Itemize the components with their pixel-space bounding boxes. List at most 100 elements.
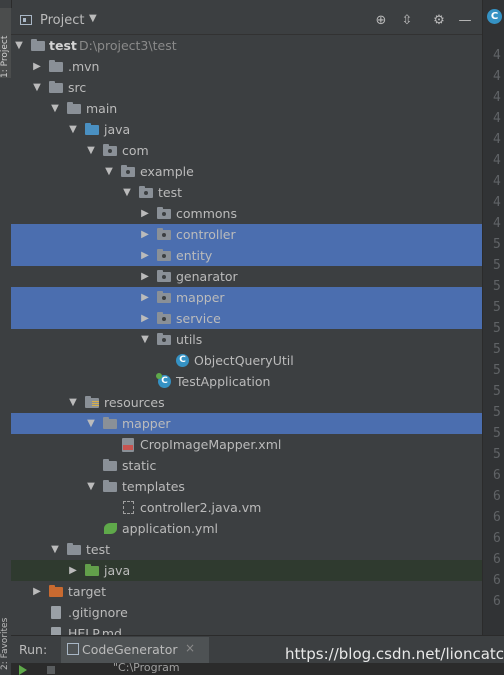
line-number: 4	[493, 195, 501, 210]
collapsed-arrow-icon[interactable]: ▶	[139, 224, 151, 245]
tree-label: com	[122, 143, 149, 158]
tree-row-controller[interactable]: ▶ controller	[11, 224, 482, 245]
line-number: 6	[493, 552, 501, 567]
tree-row-static[interactable]: static	[11, 455, 482, 476]
tree-row-cropimagemapper-xml[interactable]: CropImageMapper.xml	[11, 434, 482, 455]
tree-row-utils[interactable]: ▼ utils	[11, 329, 482, 350]
line-number: 4	[493, 48, 501, 63]
expanded-arrow-icon[interactable]: ▼	[121, 182, 133, 203]
line-number: 5	[493, 321, 501, 336]
tree-row-entity[interactable]: ▶ entity	[11, 245, 482, 266]
collapsed-arrow-icon[interactable]: ▶	[139, 203, 151, 224]
tree-row-src[interactable]: ▼ src	[11, 77, 482, 98]
line-number: 4	[493, 216, 501, 231]
console-command-text: "C:\Program	[113, 661, 180, 674]
gear-icon[interactable]: ⚙	[429, 11, 449, 31]
editor-gutter: C 4 4 4 4 4 4 4 4 4 5 5 5 5 5 5 5 5 5 5 …	[482, 0, 504, 635]
tree-row-objectqueryutil[interactable]: C ObjectQueryUtil	[11, 350, 482, 371]
minimize-icon[interactable]: —	[455, 11, 475, 31]
markdown-file-icon	[51, 627, 61, 635]
rerun-icon[interactable]	[19, 665, 27, 675]
line-number: 5	[493, 447, 501, 462]
run-tab-codegenerator[interactable]: CodeGenerator ×	[61, 637, 209, 663]
package-icon	[121, 165, 135, 177]
line-number: 6	[493, 510, 501, 525]
tree-row-test-package[interactable]: ▼ test	[11, 182, 482, 203]
tree-row-mapper-package[interactable]: ▶ mapper	[11, 287, 482, 308]
expanded-arrow-icon[interactable]: ▼	[85, 413, 97, 434]
folder-icon	[103, 459, 117, 471]
tree-label: genarator	[176, 269, 238, 284]
package-icon	[157, 312, 171, 324]
java-class-icon: C	[176, 354, 189, 367]
project-tool-tab[interactable]: 1: Project	[0, 8, 11, 78]
tree-row-test-root[interactable]: ▼ test D:\project3\test	[11, 35, 482, 56]
tree-row-java[interactable]: ▼ java	[11, 119, 482, 140]
line-number: 5	[493, 342, 501, 357]
expanded-arrow-icon[interactable]: ▼	[49, 98, 61, 119]
tree-label: target	[68, 584, 107, 599]
expanded-arrow-icon[interactable]: ▼	[31, 77, 43, 98]
line-number: 4	[493, 174, 501, 189]
project-tree[interactable]: ▼ test D:\project3\test ▶ .mvn ▼ src ▼ m…	[11, 35, 482, 635]
expanded-arrow-icon[interactable]: ▼	[67, 392, 79, 413]
expanded-arrow-icon[interactable]: ▼	[85, 140, 97, 161]
expanded-arrow-icon[interactable]: ▼	[103, 161, 115, 182]
tree-row-resources[interactable]: ▼ resources	[11, 392, 482, 413]
project-panel-header: Project ▼ ⊕ ⇳ ⚙ —	[11, 8, 482, 35]
tree-row-target[interactable]: ▶ target	[11, 581, 482, 602]
expanded-arrow-icon[interactable]: ▼	[85, 476, 97, 497]
line-number: 6	[493, 468, 501, 483]
tree-row-com[interactable]: ▼ com	[11, 140, 482, 161]
test-source-folder-icon	[85, 564, 99, 576]
expanded-arrow-icon[interactable]: ▼	[139, 329, 151, 350]
java-class-tab-icon[interactable]: C	[487, 9, 502, 24]
collapsed-arrow-icon[interactable]: ▶	[31, 581, 43, 602]
tree-label: service	[176, 311, 221, 326]
tree-row-java-test[interactable]: ▶ java	[11, 560, 482, 581]
collapse-icon[interactable]: ⇳	[397, 11, 417, 31]
collapsed-arrow-icon[interactable]: ▶	[139, 308, 151, 329]
tree-row-controller2-vm[interactable]: controller2.java.vm	[11, 497, 482, 518]
tree-row-testapplication[interactable]: C TestApplication	[11, 371, 482, 392]
expanded-arrow-icon[interactable]: ▼	[67, 119, 79, 140]
tree-row-genarator[interactable]: ▶ genarator	[11, 266, 482, 287]
collapsed-arrow-icon[interactable]: ▶	[139, 287, 151, 308]
line-number: 5	[493, 405, 501, 420]
tree-row-application-yml[interactable]: application.yml	[11, 518, 482, 539]
package-icon	[139, 186, 153, 198]
tree-row-mapper-resources[interactable]: ▼ mapper	[11, 413, 482, 434]
tree-row-main[interactable]: ▼ main	[11, 98, 482, 119]
collapsed-arrow-icon[interactable]: ▶	[139, 245, 151, 266]
tree-row-mvn[interactable]: ▶ .mvn	[11, 56, 482, 77]
close-icon[interactable]: ×	[185, 641, 195, 655]
tree-row-help-md[interactable]: HELP.md	[11, 623, 482, 635]
tree-row-service[interactable]: ▶ service	[11, 308, 482, 329]
tree-row-templates[interactable]: ▼ templates	[11, 476, 482, 497]
stop-icon[interactable]	[47, 666, 55, 674]
expanded-arrow-icon[interactable]: ▼	[49, 539, 61, 560]
project-view-title[interactable]: Project	[40, 13, 84, 28]
tree-row-example[interactable]: ▼ example	[11, 161, 482, 182]
tree-row-test-src[interactable]: ▼ test	[11, 539, 482, 560]
tree-row-gitignore[interactable]: .gitignore	[11, 602, 482, 623]
tree-row-commons[interactable]: ▶ commons	[11, 203, 482, 224]
favorites-tool-tab[interactable]: 2: Favorites	[0, 590, 11, 670]
line-number: 5	[493, 300, 501, 315]
collapsed-arrow-icon[interactable]: ▶	[67, 560, 79, 581]
crosshair-icon[interactable]: ⊕	[371, 11, 391, 31]
tree-label: application.yml	[122, 521, 218, 536]
tree-label: example	[140, 164, 194, 179]
package-icon	[157, 270, 171, 282]
expanded-arrow-icon[interactable]: ▼	[13, 35, 25, 56]
folder-icon	[103, 480, 117, 492]
run-label: Run:	[19, 642, 48, 657]
collapsed-arrow-icon[interactable]: ▶	[139, 266, 151, 287]
tree-label: static	[122, 458, 157, 473]
line-number: 5	[493, 258, 501, 273]
chevron-down-icon[interactable]: ▼	[89, 13, 97, 24]
package-icon	[157, 333, 171, 345]
tree-label: test	[86, 542, 111, 557]
collapsed-arrow-icon[interactable]: ▶	[31, 56, 43, 77]
line-number: 5	[493, 279, 501, 294]
